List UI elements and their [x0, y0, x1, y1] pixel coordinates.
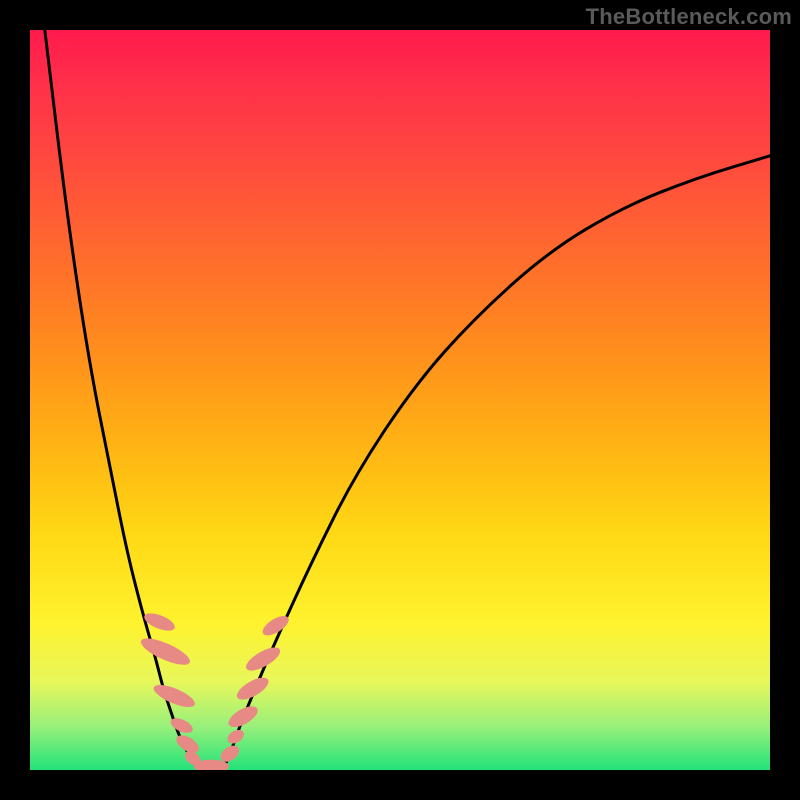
- left-oval-3: [151, 681, 198, 712]
- right-branch-curve: [222, 156, 770, 770]
- curve-layer: [45, 30, 770, 770]
- chart-frame: TheBottleneck.com: [0, 0, 800, 800]
- left-oval-2: [138, 633, 193, 670]
- right-oval-4: [234, 673, 272, 704]
- chart-svg: [30, 30, 770, 770]
- right-oval-3: [225, 702, 261, 731]
- plot-area: [30, 30, 770, 770]
- watermark-text: TheBottleneck.com: [586, 4, 792, 30]
- right-oval-2: [225, 727, 246, 746]
- marker-layer: [138, 610, 292, 770]
